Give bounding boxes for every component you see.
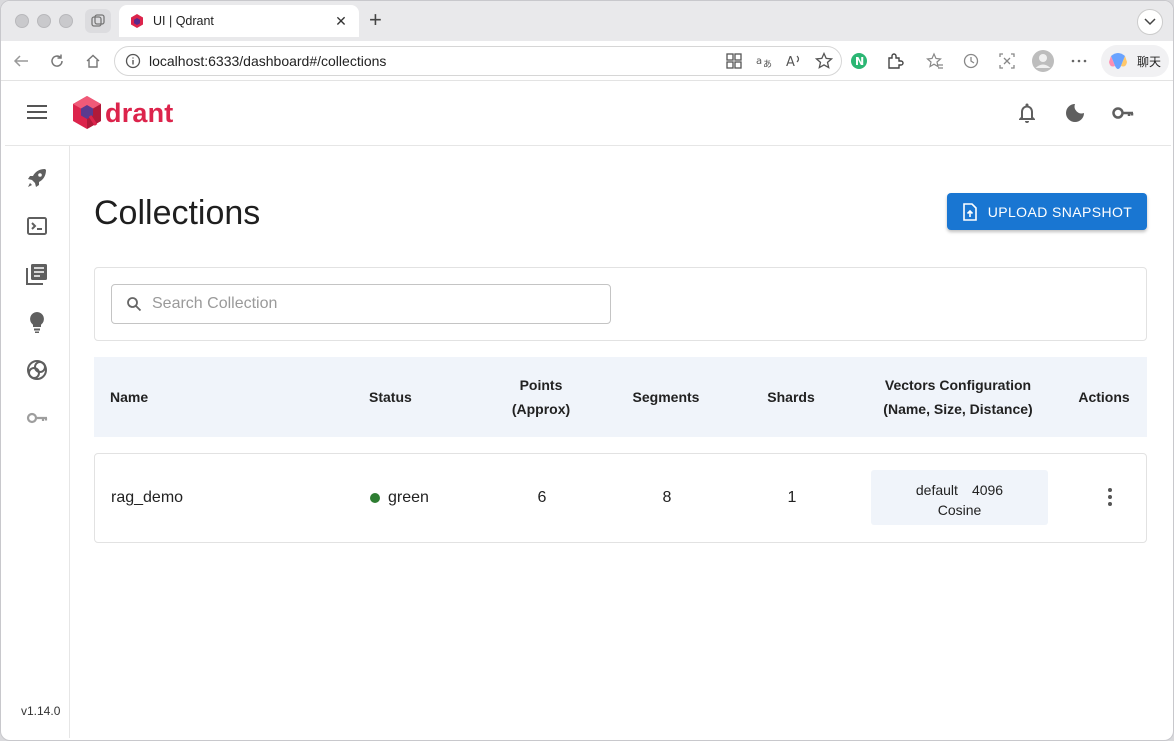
column-header-shards[interactable]: Shards [731,357,851,437]
active-tab[interactable]: UI | Qdrant ✕ [119,5,359,37]
status-text: green [388,489,429,506]
collection-status: green [370,454,490,542]
column-header-vectors-line2: (Name, Size, Distance) [883,401,1033,417]
collection-segments: 8 [662,489,672,506]
new-tab-icon[interactable]: + [369,9,382,31]
extension-n-icon[interactable]: N [849,51,869,71]
svg-text:N: N [855,55,864,68]
url-text: localhost:6333/dashboard#/collections [149,53,387,69]
app-header: drant [5,81,1171,146]
rocket-welcome-icon[interactable] [25,166,49,190]
tab-close-icon[interactable]: ✕ [333,13,349,30]
search-card [94,267,1147,341]
collection-shards: 1 [787,489,797,506]
table-header: Name Status Points (Approx) Segments Shar… [94,357,1147,437]
tutorial-lightbulb-icon[interactable] [25,310,49,334]
workspaces-icon[interactable] [85,9,111,33]
tab-strip: UI | Qdrant ✕ + [1,1,1173,41]
dark-mode-moon-icon[interactable] [1063,101,1087,125]
column-header-points-line1: Points [519,377,563,393]
site-info-icon[interactable] [125,53,141,69]
tab-list-chevron-icon[interactable] [1137,9,1163,35]
logo-text: drant [105,97,174,128]
svg-text:A: A [786,55,795,70]
column-header-vectors[interactable]: Vectors Configuration (Name, Size, Distan… [863,357,1053,437]
notifications-bell-icon[interactable] [1015,101,1039,125]
sidebar: v1.14.0 [5,146,70,738]
browser-window: UI | Qdrant ✕ + localhost:6333/dashboard… [0,0,1174,741]
tab-title: UI | Qdrant [153,14,214,28]
api-key-icon[interactable] [1111,101,1135,125]
upload-file-icon [962,202,977,221]
apps-icon[interactable] [725,52,743,70]
upload-snapshot-button[interactable]: UPLOAD SNAPSHOT [947,193,1147,230]
browser-toolbar: localhost:6333/dashboard#/collections aあ… [1,41,1173,81]
more-options-icon[interactable] [1069,51,1089,71]
profile-avatar-icon[interactable] [1031,49,1055,73]
close-window-button[interactable] [15,14,29,28]
vector-size: 4096 [971,482,1004,498]
datasets-icon[interactable] [25,358,49,382]
home-icon[interactable] [83,51,103,71]
row-actions-more-icon[interactable] [1095,482,1125,512]
column-header-vectors-line1: Vectors Configuration [884,377,1032,393]
extensions-puzzle-icon[interactable] [885,51,905,71]
history-icon[interactable] [961,51,981,71]
qdrant-favicon-icon [131,14,143,28]
column-header-status[interactable]: Status [369,357,469,437]
favorite-star-icon[interactable] [815,52,833,70]
page-title: Collections [94,194,261,232]
menu-icon[interactable] [27,105,47,121]
vector-distance: Cosine [937,502,982,518]
status-dot [370,493,380,503]
collection-points: 6 [537,489,547,506]
qdrant-logo[interactable]: drant [71,95,174,131]
search-icon [127,297,142,312]
column-header-points-line2: (Approx) [511,401,571,417]
vector-name: default [915,482,958,498]
minimize-window-button[interactable] [37,14,51,28]
collection-name[interactable]: rag_demo [111,454,331,542]
refresh-icon[interactable] [47,51,67,71]
access-key-icon[interactable] [25,406,49,430]
copilot-chat-button[interactable]: 聊天 [1101,45,1169,77]
vector-config: default 4096 Cosine [871,470,1048,525]
qdrant-app: drant v1.14.0 Collections UPLOAD SNAPSHO… [5,81,1171,738]
copilot-label: 聊天 [1137,54,1162,69]
upload-snapshot-label: UPLOAD SNAPSHOT [987,203,1133,220]
translate-icon[interactable]: aあ [755,52,773,70]
column-header-actions: Actions [1078,389,1130,405]
qdrant-logo-icon [73,96,101,129]
table-row[interactable]: rag_demo green 6 8 1 default 4096 Cosine [94,453,1147,543]
search-field[interactable] [111,284,611,324]
column-header-segments[interactable]: Segments [606,357,726,437]
column-header-points[interactable]: Points (Approx) [481,357,601,437]
copilot-icon [1109,53,1127,69]
back-icon[interactable] [11,51,31,71]
favorites-icon[interactable] [925,51,945,71]
console-icon[interactable] [25,214,49,238]
screenshot-icon[interactable] [997,51,1017,71]
app-version: v1.14.0 [21,704,61,718]
svg-text:あ: あ [763,59,772,70]
search-input[interactable] [152,295,592,313]
collections-icon[interactable] [25,262,49,286]
read-aloud-icon[interactable]: A [785,52,803,70]
address-bar[interactable]: localhost:6333/dashboard#/collections aあ… [114,46,842,76]
svg-text:a: a [756,56,762,67]
column-header-name[interactable]: Name [110,357,310,437]
maximize-window-button[interactable] [59,14,73,28]
